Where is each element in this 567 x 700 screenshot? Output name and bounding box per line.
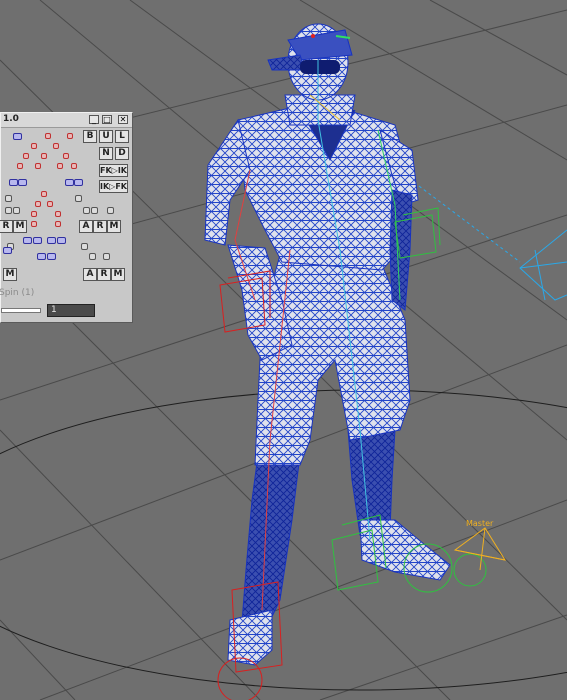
fk-to-ik-button[interactable]: FK▷IK	[99, 164, 128, 177]
left-r-button[interactable]: R	[0, 220, 13, 233]
picker-node[interactable]	[81, 243, 88, 250]
picker-node[interactable]	[83, 207, 90, 214]
picker-node[interactable]	[107, 207, 114, 214]
picker-node[interactable]	[47, 253, 56, 260]
character-mesh	[204, 23, 451, 666]
picker-node[interactable]	[31, 211, 37, 217]
body-button[interactable]: B	[83, 130, 97, 143]
arm-m-button-upper[interactable]: M	[107, 220, 121, 233]
picker-node[interactable]	[55, 211, 61, 217]
maximize-button[interactable]: □	[102, 115, 112, 124]
picker-node[interactable]	[89, 253, 96, 260]
spin-slider[interactable]	[1, 308, 41, 313]
left-m-button[interactable]: M	[13, 220, 27, 233]
master-label: Master	[466, 519, 494, 528]
picker-node[interactable]	[103, 253, 110, 260]
picker-node[interactable]	[47, 201, 53, 207]
left-m-button-lower[interactable]: M	[3, 268, 17, 281]
arm-m-button-lower[interactable]: M	[111, 268, 125, 281]
lower-button[interactable]: L	[115, 130, 129, 143]
picker-node[interactable]	[75, 195, 82, 202]
camera-gizmo	[394, 167, 567, 301]
picker-node[interactable]	[5, 207, 12, 214]
panel-titlebar[interactable]: 1.0 _ □ ✕	[1, 113, 132, 128]
picker-node[interactable]	[63, 153, 69, 159]
picker-node[interactable]	[9, 179, 18, 186]
picker-node[interactable]	[3, 247, 12, 254]
n-button[interactable]: N	[99, 147, 113, 160]
picker-node[interactable]	[23, 237, 32, 244]
picker-node[interactable]	[45, 133, 51, 139]
picker-node[interactable]	[31, 143, 37, 149]
picker-node[interactable]	[41, 153, 47, 159]
minimize-button[interactable]: _	[89, 115, 99, 124]
close-button[interactable]: ✕	[118, 115, 128, 124]
arm-a-button-upper[interactable]: A	[79, 220, 93, 233]
picker-node[interactable]	[57, 237, 66, 244]
picker-node[interactable]	[35, 163, 41, 169]
arm-a-button-lower[interactable]: A	[83, 268, 97, 281]
picker-node[interactable]	[31, 221, 37, 227]
picker-node[interactable]	[33, 237, 42, 244]
arm-r-button-lower[interactable]: R	[97, 268, 111, 281]
picker-node[interactable]	[57, 163, 63, 169]
3d-viewport[interactable]: Master	[0, 0, 567, 700]
picker-node[interactable]	[53, 143, 59, 149]
picker-node[interactable]	[23, 153, 29, 159]
d-button[interactable]: D	[115, 147, 129, 160]
picker-node[interactable]	[47, 237, 56, 244]
picker-node[interactable]	[91, 207, 98, 214]
picker-node[interactable]	[67, 133, 73, 139]
spin-input[interactable]: 1	[47, 304, 95, 317]
upper-button[interactable]: U	[99, 130, 113, 143]
rig-picker-panel[interactable]: 1.0 _ □ ✕ B U L N D FK▷IK IK▷FK A R M R …	[0, 112, 133, 323]
picker-node[interactable]	[71, 163, 77, 169]
picker-node[interactable]	[37, 253, 46, 260]
arm-r-button-upper[interactable]: R	[93, 220, 107, 233]
picker-node[interactable]	[74, 179, 83, 186]
spin-label: Spin (1)	[0, 288, 35, 298]
ik-to-fk-button[interactable]: IK▷FK	[99, 180, 128, 193]
panel-title: 1.0	[3, 114, 19, 124]
picker-node[interactable]	[13, 207, 20, 214]
picker-node[interactable]	[55, 221, 61, 227]
picker-node[interactable]	[18, 179, 27, 186]
picker-node[interactable]	[13, 133, 22, 140]
picker-node[interactable]	[41, 191, 47, 197]
picker-node[interactable]	[35, 201, 41, 207]
picker-node[interactable]	[5, 195, 12, 202]
picker-node[interactable]	[17, 163, 23, 169]
picker-node[interactable]	[65, 179, 74, 186]
viewport-canvas	[0, 0, 567, 700]
